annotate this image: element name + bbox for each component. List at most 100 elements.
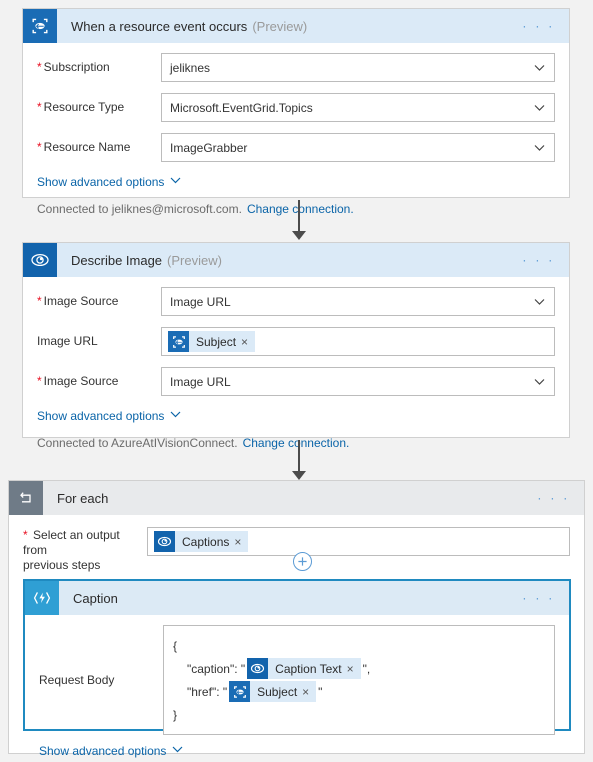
resource-name-label: Resource Name xyxy=(37,140,161,155)
resource-name-dropdown[interactable]: ImageGrabber xyxy=(161,133,555,162)
describe-connection-text: Connected to AzureAtIVisionConnect. xyxy=(37,436,238,450)
trigger-advanced-options[interactable]: Show advanced options xyxy=(23,175,569,189)
token-chip-caption-text[interactable]: Caption Text × xyxy=(247,658,361,679)
connector-describe-to-foreach xyxy=(292,440,306,480)
caption-advanced-options-label[interactable]: Show advanced options xyxy=(39,744,166,758)
caption-card-header[interactable]: Caption · · · xyxy=(25,581,569,615)
json-text: { xyxy=(173,638,178,653)
foreach-card[interactable]: For each · · · Select an output from pre… xyxy=(8,480,585,758)
trigger-advanced-options-label[interactable]: Show advanced options xyxy=(37,175,164,189)
token-remove-icon[interactable]: × xyxy=(301,685,316,699)
select-output-label-line1: Select an output from xyxy=(23,528,120,557)
json-line: { xyxy=(173,634,546,657)
image-source-label-1: Image Source xyxy=(37,294,161,309)
select-output-input[interactable]: Captions × xyxy=(147,527,570,556)
json-line: "href": " Subject × " xyxy=(173,680,546,703)
image-source-value-2: Image URL xyxy=(170,374,231,389)
foreach-card-menu-button[interactable]: · · · xyxy=(537,492,570,505)
describe-image-card-menu-button[interactable]: · · · xyxy=(522,254,555,267)
caption-card[interactable]: Caption · · · Request Body { "caption": … xyxy=(23,579,571,758)
request-body-editor[interactable]: { "caption": " Caption Text × ", "href":… xyxy=(163,625,555,735)
resource-type-label: Resource Type xyxy=(37,100,161,115)
token-chip-captions[interactable]: Captions × xyxy=(154,531,249,552)
image-source-value-1: Image URL xyxy=(170,294,231,309)
image-source-label-2: Image Source xyxy=(37,374,161,389)
describe-image-card[interactable]: Describe Image (Preview) · · · Image Sou… xyxy=(22,242,570,450)
chevron-down-icon xyxy=(534,296,545,307)
image-url-label: Image URL xyxy=(37,334,98,348)
caption-card-body: Request Body { "caption": " Caption Text… xyxy=(25,625,569,758)
token-chip-label: Captions xyxy=(182,534,230,549)
event-grid-icon xyxy=(23,9,57,43)
token-remove-icon[interactable]: × xyxy=(240,335,255,349)
chevron-down-icon xyxy=(534,62,545,73)
trigger-card[interactable]: When a resource event occurs (Preview) ·… xyxy=(22,8,570,216)
foreach-card-body: Select an output from previous steps Cap… xyxy=(9,527,584,758)
describe-advanced-options[interactable]: Show advanced options xyxy=(23,409,569,423)
request-body-label: Request Body xyxy=(39,673,115,687)
caption-card-title: Caption xyxy=(73,590,118,606)
request-body-row: Request Body { "caption": " Caption Text… xyxy=(25,625,569,735)
image-source-row-2: Image Source Image URL xyxy=(23,366,569,397)
token-chip-label: Caption Text xyxy=(275,661,342,676)
eye-icon xyxy=(247,658,269,679)
image-source-dropdown-2[interactable]: Image URL xyxy=(161,367,555,396)
caption-advanced-options[interactable]: Show advanced options xyxy=(25,744,569,758)
trigger-card-header[interactable]: When a resource event occurs (Preview) ·… xyxy=(23,9,569,43)
chevron-down-icon xyxy=(534,142,545,153)
resource-type-value: Microsoft.EventGrid.Topics xyxy=(170,100,313,115)
trigger-preview-tag: (Preview) xyxy=(252,18,308,34)
describe-image-card-title: Describe Image xyxy=(71,252,163,268)
image-url-row: Image URL Subject × xyxy=(23,326,569,357)
token-remove-icon[interactable]: × xyxy=(233,535,248,549)
add-step-button[interactable] xyxy=(293,552,312,571)
event-grid-icon xyxy=(168,331,189,352)
json-text: " xyxy=(318,684,323,699)
describe-image-card-body: Image Source Image URL Image URL xyxy=(23,286,569,450)
subscription-value: jeliknes xyxy=(170,60,211,75)
subscription-dropdown[interactable]: jeliknes xyxy=(161,53,555,82)
chevron-down-icon xyxy=(534,376,545,387)
resource-name-row: Resource Name ImageGrabber xyxy=(23,132,569,163)
foreach-card-header[interactable]: For each · · · xyxy=(9,481,584,515)
token-chip-subject-body[interactable]: Subject × xyxy=(229,681,317,702)
trigger-card-menu-button[interactable]: · · · xyxy=(522,20,555,33)
caption-card-menu-button[interactable]: · · · xyxy=(522,592,555,605)
token-chip-subject[interactable]: Subject × xyxy=(168,331,256,352)
trigger-connection-text: Connected to jeliknes@microsoft.com. xyxy=(37,202,242,216)
describe-preview-tag: (Preview) xyxy=(167,252,222,268)
token-remove-icon[interactable]: × xyxy=(346,662,361,676)
event-grid-icon xyxy=(229,681,251,702)
json-text: } xyxy=(173,707,178,722)
select-output-label: Select an output from previous steps xyxy=(23,527,147,573)
json-text: "caption": " xyxy=(187,661,246,676)
azure-function-icon xyxy=(25,581,59,615)
chevron-down-icon xyxy=(172,744,183,758)
resource-name-value: ImageGrabber xyxy=(170,140,248,155)
json-text: ", xyxy=(362,661,371,676)
eye-icon xyxy=(154,531,175,552)
loop-icon xyxy=(9,481,43,515)
json-text: "href": " xyxy=(187,684,228,699)
json-line: "caption": " Caption Text × ", xyxy=(173,657,546,680)
foreach-card-title: For each xyxy=(57,490,109,506)
subscription-row: Subscription jeliknes xyxy=(23,52,569,83)
trigger-card-title: When a resource event occurs xyxy=(71,18,248,34)
plus-icon xyxy=(298,557,307,566)
chevron-down-icon xyxy=(170,409,181,423)
resource-type-row: Resource Type Microsoft.EventGrid.Topics xyxy=(23,92,569,123)
token-chip-label: Subject xyxy=(257,684,298,699)
chevron-down-icon xyxy=(170,175,181,189)
describe-advanced-options-label[interactable]: Show advanced options xyxy=(37,409,164,423)
describe-image-card-header[interactable]: Describe Image (Preview) · · · xyxy=(23,243,569,277)
select-output-label-line2: previous steps xyxy=(23,558,101,572)
json-line: } xyxy=(173,703,546,726)
resource-type-dropdown[interactable]: Microsoft.EventGrid.Topics xyxy=(161,93,555,122)
image-source-dropdown-1[interactable]: Image URL xyxy=(161,287,555,316)
connector-trigger-to-describe xyxy=(292,200,306,240)
image-source-row-1: Image Source Image URL xyxy=(23,286,569,317)
trigger-card-body: Subscription jeliknes Resource Type Micr… xyxy=(23,52,569,216)
subscription-label: Subscription xyxy=(37,60,161,75)
chevron-down-icon xyxy=(534,102,545,113)
image-url-input[interactable]: Subject × xyxy=(161,327,555,356)
